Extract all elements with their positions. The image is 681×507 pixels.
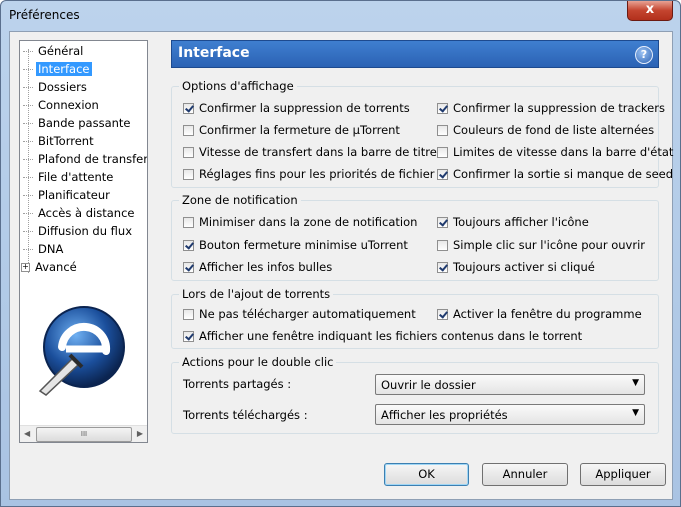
- dialog-client: Général Interface Dossiers Connexion Ban…: [9, 31, 673, 500]
- group-title: Options d'affichage: [179, 79, 297, 93]
- seeding-action-select[interactable]: Ouvrir le dossier ▼: [375, 374, 645, 395]
- checkbox-checked-icon[interactable]: [183, 331, 194, 342]
- category-tree[interactable]: Général Interface Dossiers Connexion Ban…: [19, 40, 148, 443]
- tree-item-transfer-cap[interactable]: Plafond de transfert: [23, 151, 147, 168]
- checkbox-speed-title-bar[interactable]: Vitesse de transfert dans la barre de ti…: [183, 144, 437, 160]
- group-double-click: Actions pour le double clic Torrents par…: [171, 355, 659, 434]
- expand-icon[interactable]: +: [21, 263, 30, 272]
- cancel-button[interactable]: Annuler: [482, 463, 568, 486]
- checkbox-fine-priorities[interactable]: Réglages fins pour les priorités de fich…: [183, 166, 435, 182]
- checkbox-icon[interactable]: [183, 125, 194, 136]
- checkbox-checked-icon[interactable]: [183, 262, 194, 273]
- tree-item-interface[interactable]: Interface: [23, 61, 92, 78]
- checkbox-checked-icon[interactable]: [183, 240, 194, 251]
- checkbox-icon[interactable]: [437, 240, 448, 251]
- tree-item-scheduler[interactable]: Planificateur: [23, 187, 112, 204]
- checkbox-icon[interactable]: [437, 147, 448, 158]
- tree-item-dna[interactable]: DNA: [23, 241, 65, 258]
- checkbox-confirm-exit-seed[interactable]: Confirmer la sortie si manque de seed: [437, 166, 673, 182]
- page-header: Interface ?: [171, 40, 659, 68]
- downloading-label: Torrents téléchargés :: [183, 408, 308, 422]
- checkbox-speed-limits-status[interactable]: Limites de vitesse dans la barre d'état: [437, 144, 673, 160]
- help-icon[interactable]: ?: [635, 46, 653, 64]
- scroll-left-icon[interactable]: ◀: [24, 429, 30, 438]
- checkbox-checked-icon[interactable]: [183, 103, 194, 114]
- checkbox-checked-icon[interactable]: [437, 103, 448, 114]
- downloading-action-select[interactable]: Afficher les propriétés ▼: [375, 404, 645, 425]
- tree-item-queueing[interactable]: File d'attente: [23, 169, 115, 186]
- group-adding-torrents: Lors de l'ajout de torrents Ne pas téléc…: [171, 287, 659, 349]
- chevron-down-icon[interactable]: ▼: [632, 378, 639, 388]
- tree-item-folders[interactable]: Dossiers: [23, 79, 89, 96]
- tree-item-advanced[interactable]: + Avancé: [21, 259, 79, 276]
- checkbox-checked-icon[interactable]: [437, 217, 448, 228]
- checkbox-checked-icon[interactable]: [437, 169, 448, 180]
- checkbox-icon[interactable]: [183, 309, 194, 320]
- seeding-label: Torrents partagés :: [183, 377, 292, 391]
- tree-item-connection[interactable]: Connexion: [23, 97, 101, 114]
- group-title: Actions pour le double clic: [179, 355, 337, 369]
- checkbox-icon[interactable]: [437, 125, 448, 136]
- checkbox-icon[interactable]: [183, 147, 194, 158]
- chevron-down-icon[interactable]: ▼: [632, 408, 639, 418]
- utorrent-logo: [38, 306, 125, 396]
- checkbox-checked-icon[interactable]: [437, 309, 448, 320]
- group-title: Zone de notification: [179, 193, 301, 207]
- checkbox-confirm-delete-trackers[interactable]: Confirmer la suppression de trackers: [437, 100, 665, 116]
- window-title: Préférences: [9, 8, 80, 22]
- ok-button[interactable]: OK: [384, 463, 469, 486]
- checkbox-always-show-icon[interactable]: Toujours afficher l'icône: [437, 214, 589, 230]
- checkbox-single-click-open[interactable]: Simple clic sur l'icône pour ouvrir: [437, 237, 645, 253]
- checkbox-show-files-dialog[interactable]: Afficher une fenêtre indiquant les fichi…: [183, 328, 582, 344]
- checkbox-show-balloons[interactable]: Afficher les infos bulles: [183, 259, 332, 275]
- tree-horizontal-scrollbar[interactable]: ◀ III ▶: [20, 425, 147, 442]
- checkbox-alternate-colors[interactable]: Couleurs de fond de liste alternées: [437, 122, 654, 138]
- checkbox-icon[interactable]: [183, 169, 194, 180]
- checkbox-dont-autostart[interactable]: Ne pas télécharger automatiquement: [183, 306, 416, 322]
- tree-item-bittorrent[interactable]: BitTorrent: [23, 133, 96, 150]
- page-title: Interface: [178, 45, 250, 61]
- group-title: Lors de l'ajout de torrents: [179, 287, 334, 301]
- checkbox-checked-icon[interactable]: [437, 262, 448, 273]
- tree-item-general[interactable]: Général: [23, 43, 85, 60]
- tree-item-bandwidth[interactable]: Bande passante: [23, 115, 133, 132]
- scroll-right-icon[interactable]: ▶: [137, 429, 143, 438]
- apply-button[interactable]: Appliquer: [580, 463, 666, 486]
- checkbox-confirm-delete-torrents[interactable]: Confirmer la suppression de torrents: [183, 100, 410, 116]
- close-button[interactable]: x: [627, 1, 673, 21]
- checkbox-close-minimizes[interactable]: Bouton fermeture minimise uTorrent: [183, 237, 408, 253]
- checkbox-activate-window[interactable]: Activer la fenêtre du programme: [437, 306, 642, 322]
- tree-item-remote[interactable]: Accès à distance: [23, 205, 136, 222]
- scroll-thumb[interactable]: III: [36, 427, 132, 442]
- checkbox-icon[interactable]: [183, 217, 194, 228]
- tree-item-streaming[interactable]: Diffusion du flux: [23, 223, 134, 240]
- checkbox-always-activate[interactable]: Toujours activer si cliqué: [437, 259, 595, 275]
- preferences-window: Préférences x Général Interface Dossiers…: [0, 0, 681, 507]
- checkbox-confirm-exit[interactable]: Confirmer la fermeture de µTorrent: [183, 122, 400, 138]
- group-tray: Zone de notification Minimiser dans la z…: [171, 193, 659, 281]
- group-display-options: Options d'affichage Confirmer la suppres…: [171, 79, 673, 188]
- checkbox-minimize-to-tray[interactable]: Minimiser dans la zone de notification: [183, 214, 417, 230]
